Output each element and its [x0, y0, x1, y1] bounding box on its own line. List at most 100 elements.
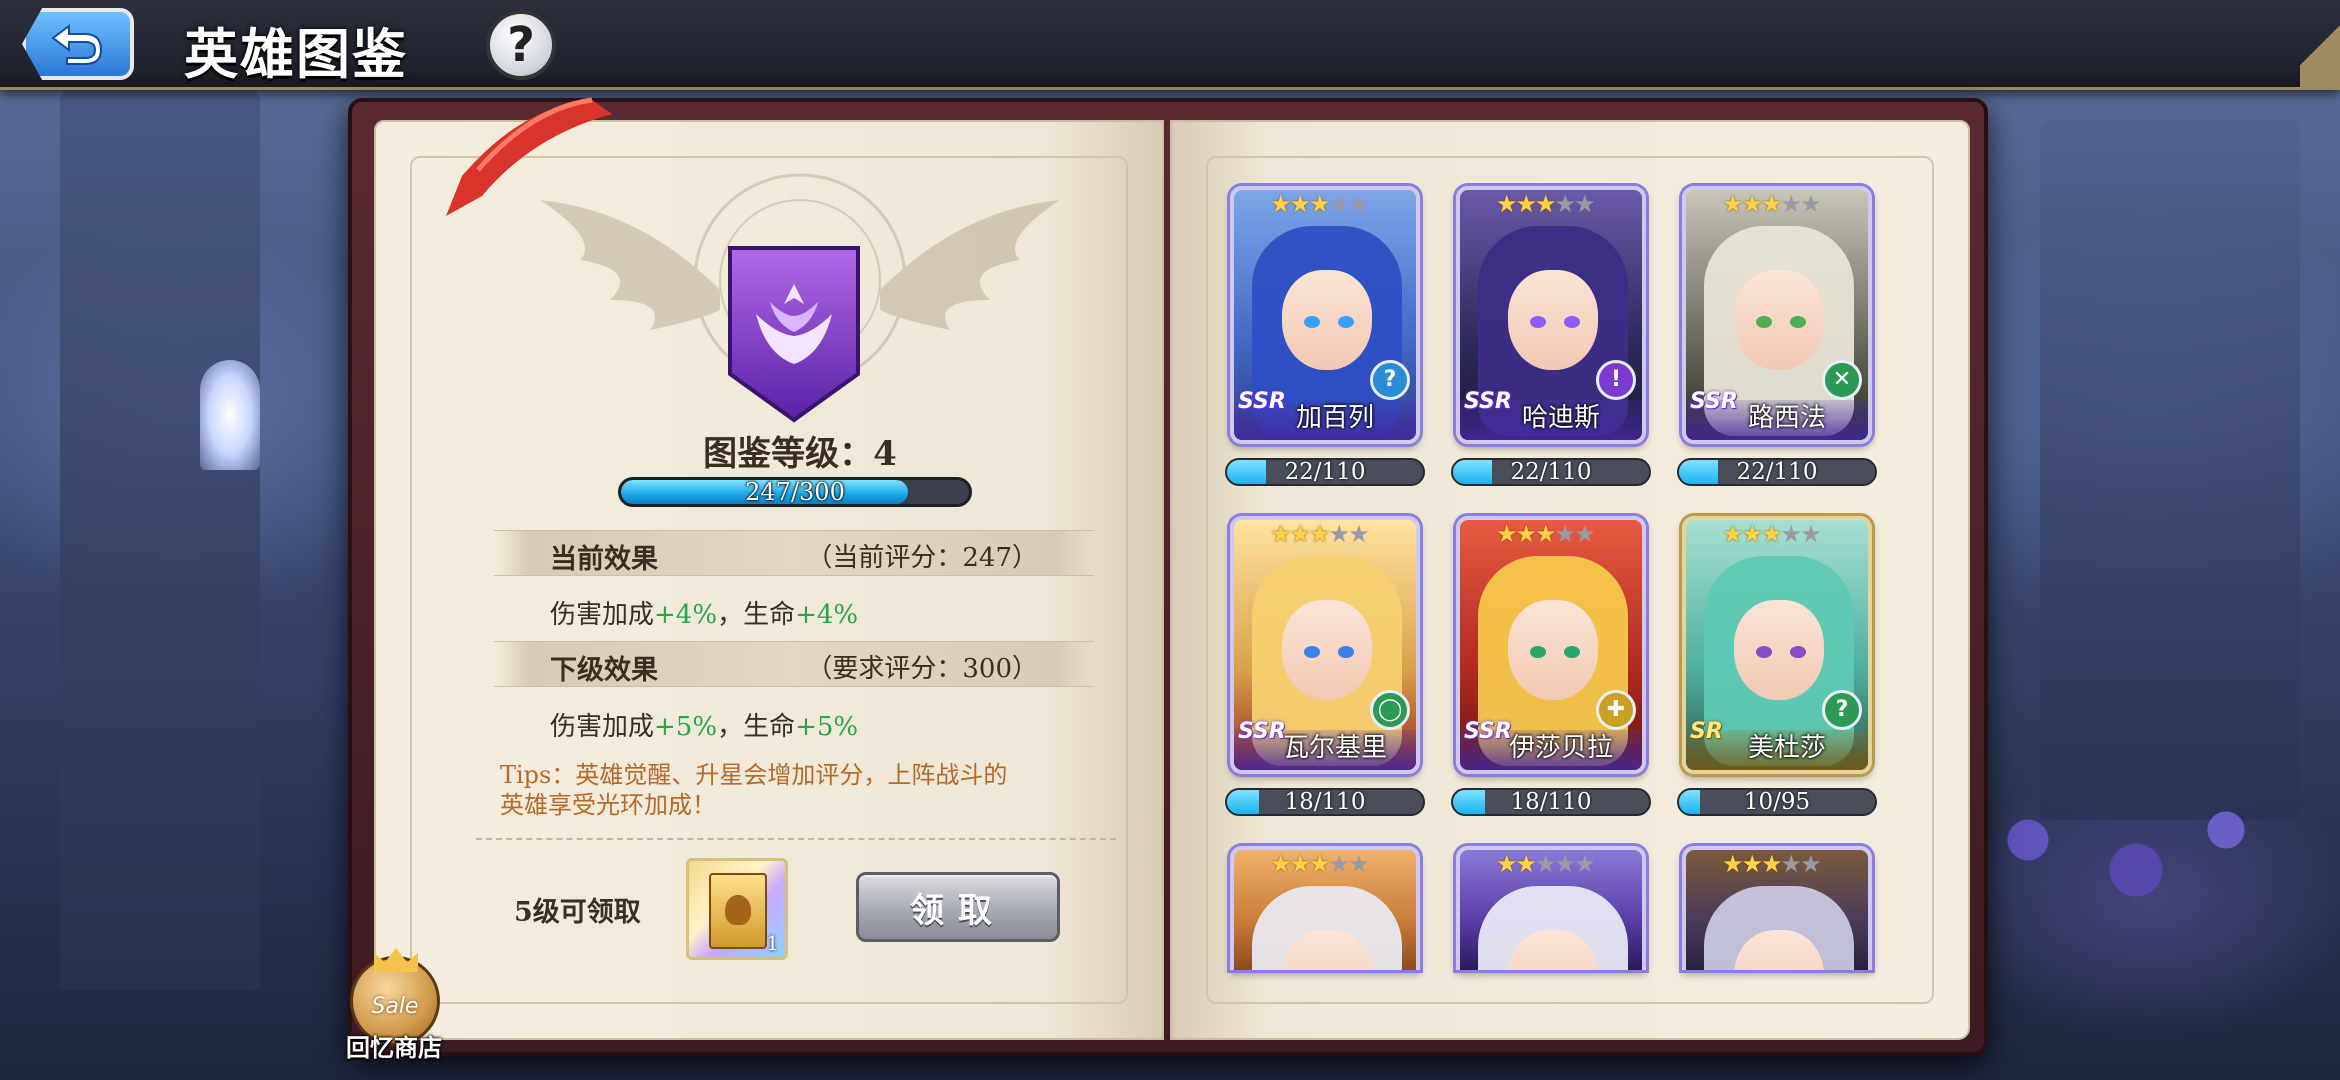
star-icon: ★ [1800, 190, 1821, 218]
star-icon: ★ [1270, 850, 1291, 878]
hero-eye [1564, 316, 1580, 328]
hero-entry[interactable]: ★★★★★ SSR 哈迪斯! 22/110 [1451, 186, 1651, 486]
star-icon: ★ [1348, 520, 1369, 548]
star-icon: ★ [1328, 850, 1350, 878]
hero-progress-bar: 10/95 [1677, 788, 1877, 816]
damage-bonus-value: +4% [654, 600, 718, 630]
star-icon: ★ [1761, 190, 1782, 218]
damage-bonus-label: 伤害加成 [550, 600, 655, 630]
star-rating: ★★★★★ [1270, 190, 1370, 218]
reward-quantity: 1 [766, 931, 779, 955]
hero-card[interactable]: ★★★★★ [1456, 846, 1646, 970]
collection-emblem [520, 150, 1080, 430]
star-icon: ★ [1761, 850, 1782, 878]
claim-button[interactable]: 领取 [856, 872, 1060, 942]
hero-face [1734, 270, 1824, 370]
hero-card[interactable]: ★★★★★ SSR 伊莎贝拉 ✚ [1456, 516, 1646, 774]
star-icon: ★ [1515, 520, 1537, 548]
hero-name: 哈迪斯 [1521, 403, 1600, 433]
hero-eye [1338, 316, 1354, 328]
star-rating: ★★★★★ [1270, 850, 1370, 878]
current-effect-label: 当前效果 [550, 544, 658, 575]
hero-entry[interactable]: ★★★★★ [1456, 846, 1646, 970]
star-rating: ★★★★★ [1722, 520, 1822, 548]
star-icon: ★ [1496, 520, 1517, 548]
hero-eye [1530, 316, 1546, 328]
star-icon: ★ [1309, 190, 1330, 218]
hero-eye [1756, 316, 1772, 328]
hero-face [1282, 600, 1372, 700]
hero-entry[interactable]: ★★★★★ SSR 路西法 ✕ 22/110 [1677, 186, 1877, 486]
star-icon: ★ [1535, 190, 1556, 218]
hero-card[interactable]: ★★★★★ [1230, 846, 1420, 970]
hero-card[interactable]: ★★★★★ SSR 瓦尔基里 ◯ [1230, 516, 1420, 774]
hero-progress-text: 18/110 [1510, 789, 1592, 815]
star-icon: ★ [1309, 850, 1330, 878]
hero-entry[interactable]: ★★★★★ SSR 瓦尔基里 ◯ 18/110 [1225, 516, 1425, 816]
hero-progress-text: 10/95 [1743, 789, 1811, 815]
star-icon: ★ [1328, 190, 1350, 218]
hero-eye [1756, 646, 1772, 658]
reward-item[interactable]: 1 [686, 858, 788, 960]
next-effect-banner: 下级效果 （要求评分：300） [494, 641, 1094, 687]
star-icon: ★ [1515, 190, 1537, 218]
current-effect-banner: 当前效果 （当前评分：247） [494, 530, 1094, 576]
life-bonus-value: +4% [795, 600, 859, 630]
star-icon: ★ [1722, 520, 1743, 548]
star-icon: ★ [1722, 850, 1743, 878]
hero-card[interactable]: ★★★★★ [1682, 846, 1872, 970]
memory-shop-label: 回忆商店 [346, 1033, 442, 1062]
hero-progress-bar: 18/110 [1451, 788, 1651, 816]
star-icon: ★ [1554, 190, 1576, 218]
hero-name: 伊莎贝拉 [1508, 733, 1613, 763]
hero-entry[interactable]: ★★★★★ [1682, 846, 1872, 970]
star-icon: ★ [1741, 190, 1763, 218]
star-icon: ★ [1289, 520, 1311, 548]
current-effect-values: 伤害加成+4%，生命+4% [550, 594, 858, 631]
separator: ， [717, 600, 744, 630]
corner-ornament [2300, 0, 2340, 90]
cross-class-icon: ✚ [1596, 690, 1636, 730]
hero-entry[interactable]: ★★★★★ SSR 伊莎贝拉 ✚ 18/110 [1451, 516, 1651, 816]
hero-face [1734, 600, 1824, 700]
star-icon: ★ [1780, 520, 1802, 548]
star-icon: ★ [1554, 520, 1576, 548]
star-icon: ★ [1515, 850, 1537, 878]
memory-shop-button[interactable]: Sale 回忆商店 [336, 948, 452, 1068]
hero-face [1508, 600, 1598, 700]
star-icon: ★ [1574, 850, 1595, 878]
back-button[interactable] [22, 8, 134, 80]
star-icon: ★ [1496, 190, 1517, 218]
reward-unlock-label: 5级可领取 [514, 897, 641, 928]
star-rating: ★★★★★ [1496, 850, 1596, 878]
question-mark-icon: ? [507, 17, 535, 73]
star-rating: ★★★★★ [1496, 190, 1596, 218]
star-rating: ★★★★★ [1722, 850, 1822, 878]
hero-entry[interactable]: ★★★★★ SR 美杜莎? 10/95 [1677, 516, 1877, 816]
star-icon: ★ [1535, 520, 1556, 548]
hero-eye [1790, 316, 1806, 328]
collection-level-label: 图鉴等级：4 [703, 434, 897, 474]
hero-entry[interactable]: ★★★★★ [1230, 846, 1420, 970]
star-icon: ★ [1761, 520, 1782, 548]
castle-tower-left [60, 90, 260, 990]
hero-card[interactable]: ★★★★★ SSR 加百列? [1230, 186, 1420, 444]
hero-eye [1564, 646, 1580, 658]
life-bonus-value: +5% [795, 712, 859, 742]
hero-card[interactable]: ★★★★★ SSR 路西法 ✕ [1682, 186, 1872, 444]
sale-badge: Sale [371, 994, 419, 1019]
hero-card[interactable]: ★★★★★ SSR 哈迪斯! [1456, 186, 1646, 444]
hero-entry[interactable]: ★★★★★ SSR 加百列? 22/110 [1225, 186, 1425, 486]
hero-card[interactable]: ★★★★★ SR 美杜莎? [1682, 516, 1872, 774]
damage-bonus-value: +5% [654, 712, 718, 742]
star-icon: ★ [1289, 850, 1311, 878]
help-button[interactable]: ? [486, 10, 556, 80]
hero-card-item-icon [709, 873, 767, 949]
current-score-text: （当前评分：247） [806, 543, 1038, 573]
tips-text: Tips：英雄觉醒、升星会增加评分，上阵战斗的 英雄享受光环加成！ [500, 760, 1090, 820]
star-icon: ★ [1780, 190, 1802, 218]
life-bonus-label: 生命 [743, 712, 796, 742]
star-icon: ★ [1328, 520, 1350, 548]
star-icon: ★ [1800, 850, 1821, 878]
next-effect-values: 伤害加成+5%，生命+5% [550, 706, 858, 743]
